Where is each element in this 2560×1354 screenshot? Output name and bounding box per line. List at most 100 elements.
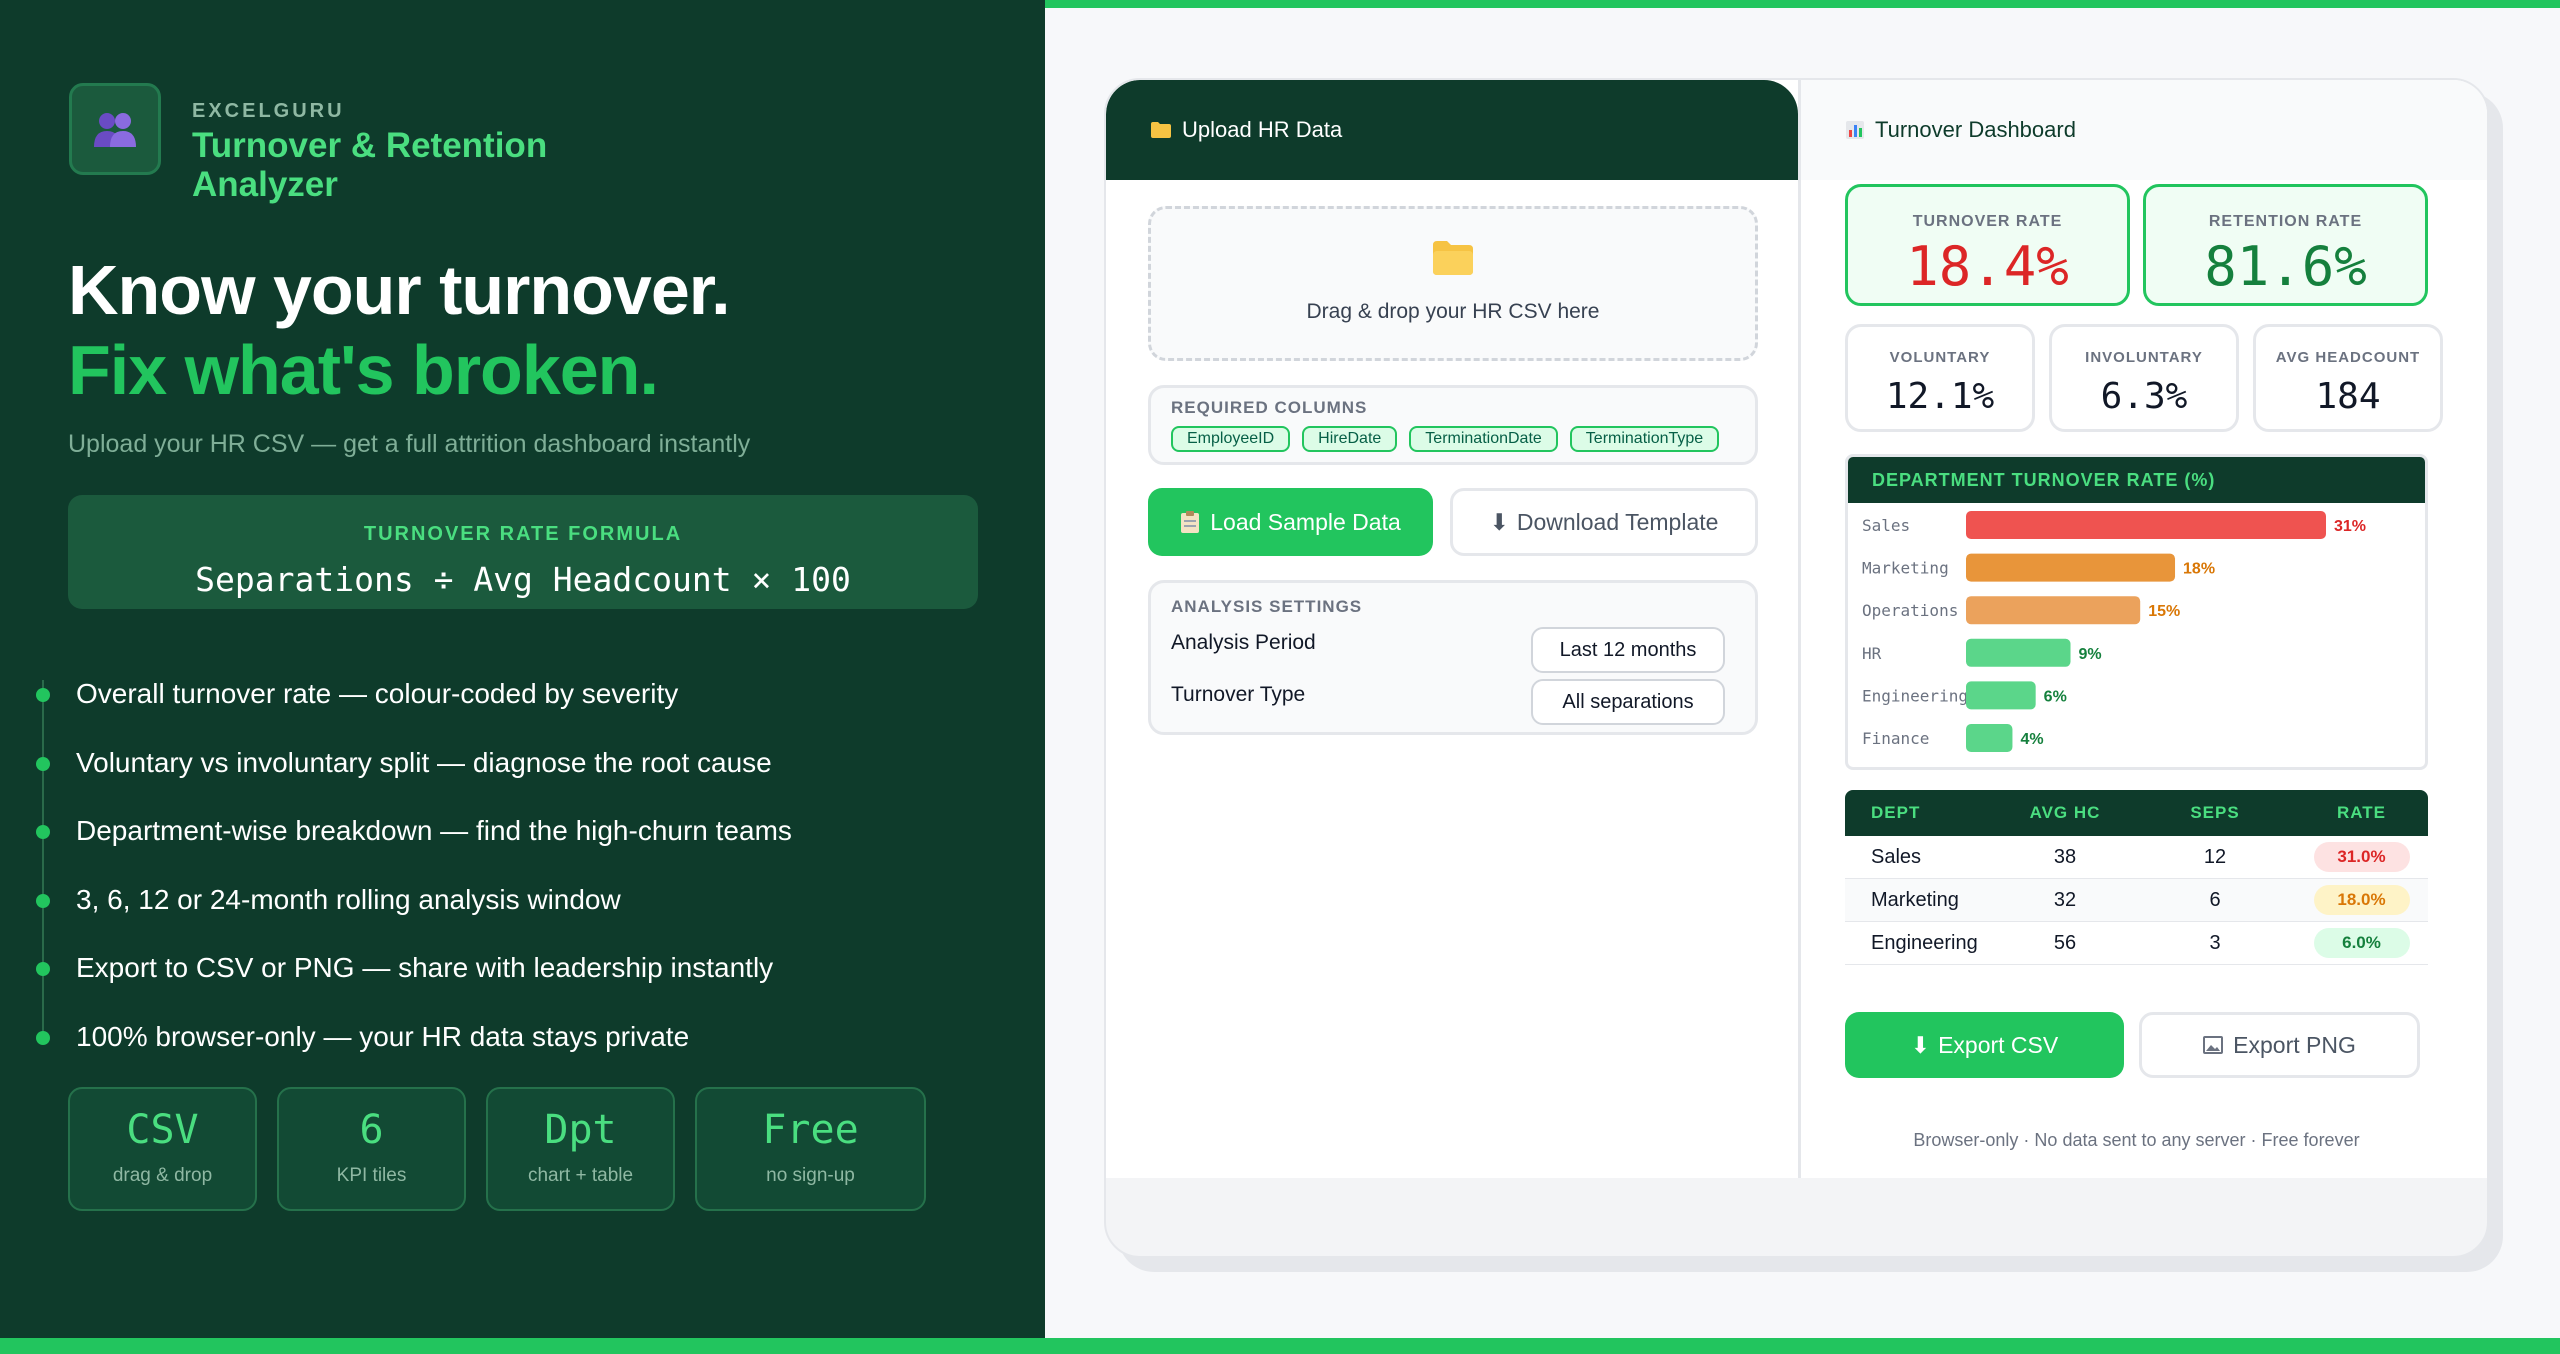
- bar-chart-icon: [1846, 121, 1864, 139]
- required-columns-label: REQUIRED COLUMNS: [1171, 398, 1368, 417]
- csv-dropzone[interactable]: Drag & drop your HR CSV here: [1148, 206, 1758, 361]
- cell-avg-hc: 56: [2053, 931, 2077, 954]
- kpi-value: 12.1%: [1885, 376, 1995, 417]
- cell-seps: 12: [2203, 845, 2227, 868]
- kpi-turnover-rate: TURNOVER RATE 18.4%: [1845, 184, 2130, 306]
- hero-headline-accent: Fix what's broken.: [68, 331, 659, 409]
- settings-label: ANALYSIS SETTINGS: [1171, 597, 1363, 616]
- upload-pane-title: Upload HR Data: [1182, 117, 1343, 142]
- rate-badge: 31.0%: [2313, 842, 2410, 872]
- kpi-label: RETENTION RATE: [2208, 213, 2363, 230]
- cell-dept: Engineering: [1871, 931, 1978, 954]
- dashboard-title: Turnover Dashboard: [1875, 117, 2076, 142]
- bar-mark: [1966, 596, 2141, 625]
- formula-label: TURNOVER RATE FORMULA: [363, 523, 683, 545]
- bar-mark: [1966, 638, 2071, 667]
- image-icon: [2203, 1036, 2224, 1054]
- bar-value-label: 6%: [2044, 688, 2067, 705]
- col-header-avg-hc: AVG HC: [2029, 803, 2101, 822]
- folder-icon: [1433, 241, 1473, 275]
- stat-value: Dpt: [544, 1107, 617, 1153]
- required-columns-box: REQUIRED COLUMNS EmployeeID HireDate Ter…: [1148, 385, 1758, 465]
- upload-pane-header: Upload HR Data: [1106, 80, 1798, 180]
- kpi-label: TURNOVER RATE: [1912, 213, 2063, 230]
- stat-value: 6: [359, 1107, 384, 1153]
- feature-text: Export to CSV or PNG — share with leader…: [76, 952, 774, 983]
- stat-value: Free: [762, 1107, 859, 1153]
- stat-tile: 6 KPI tiles: [277, 1087, 466, 1211]
- export-csv-button[interactable]: ⬇ Export CSV: [1845, 1012, 2124, 1078]
- bullet-icon: [36, 893, 50, 908]
- cell-dept: Marketing: [1871, 888, 1959, 911]
- bar-value-label: 15%: [2148, 603, 2180, 620]
- bar-category-label: Marketing: [1862, 559, 1949, 578]
- turnover-type-label: Turnover Type: [1171, 683, 1306, 706]
- download-template-button[interactable]: ⬇ Download Template: [1450, 488, 1758, 556]
- brand-company: EXCELGURU: [192, 100, 345, 122]
- stat-label: drag & drop: [112, 1165, 213, 1186]
- upload-pane: Upload HR Data Drag & drop your HR CSV h…: [1106, 80, 1801, 1178]
- clipboard-icon: [1181, 511, 1200, 533]
- table-row: Marketing 32 6 18.0%: [1845, 879, 2428, 922]
- bar-chart-svg: Sales 31% Marketing 18% Operations 15% HR 9% Eng…: [1862, 511, 2366, 752]
- dashboard-header: Turnover Dashboard: [1801, 80, 2487, 180]
- formula-box: TURNOVER RATE FORMULA Separations ÷ Avg …: [68, 495, 978, 609]
- kpi-value: 81.6%: [2204, 235, 2367, 298]
- feature-text: 100% browser-only — your HR data stays p…: [76, 1020, 690, 1052]
- cell-avg-hc: 32: [2053, 888, 2077, 911]
- kpi-retention-rate: RETENTION RATE 81.6%: [2143, 184, 2428, 306]
- bar-value-label: 9%: [2079, 646, 2102, 663]
- feature-item: Department-wise breakdown — find the hig…: [36, 797, 792, 866]
- bar-mark: [1966, 681, 2036, 710]
- period-select[interactable]: Last 12 months: [1531, 627, 1725, 673]
- export-png-label: Export PNG: [2233, 1031, 2356, 1058]
- kpi-avg-headcount: AVG HEADCOUNT 184: [2253, 324, 2443, 432]
- download-template-label: Download Template: [1516, 508, 1719, 535]
- table-header-row: DEPT AVG HC SEPS RATE: [1845, 790, 2428, 836]
- rate-badge: 6.0%: [2313, 928, 2410, 958]
- app-title: Turnover & Retention Analyzer: [192, 126, 548, 204]
- dashboard-pane: Turnover Dashboard TURNOVER RATE 18.4% R…: [1801, 80, 2487, 1178]
- top-accent-bar: [1045, 0, 2560, 8]
- bar-mark: [1966, 553, 2176, 582]
- setting-row-period: Analysis Period Last 12 months: [1171, 619, 1735, 673]
- department-table: DEPT AVG HC SEPS RATE Sales 38 12 31.0% …: [1845, 790, 2428, 970]
- rate-badge: 18.0%: [2313, 885, 2410, 915]
- folder-icon: [1151, 122, 1171, 138]
- feature-item: Overall turnover rate — colour-coded by …: [36, 660, 792, 729]
- feature-list: Overall turnover rate — colour-coded by …: [36, 660, 792, 1071]
- bar-category-label: Engineering: [1862, 686, 1968, 705]
- load-sample-button[interactable]: Load Sample Data: [1148, 488, 1433, 556]
- hero-headline: Know your turnover.: [68, 251, 731, 329]
- stat-value: CSV: [126, 1107, 199, 1153]
- col-header-rate: RATE: [2336, 803, 2386, 822]
- feature-item: 3, 6, 12 or 24-month rolling analysis wi…: [36, 866, 792, 935]
- feature-item: Export to CSV or PNG — share with leader…: [36, 934, 792, 1003]
- bar-value-label: 18%: [2183, 561, 2215, 578]
- load-sample-label: Load Sample Data: [1210, 508, 1401, 535]
- column-chip: EmployeeID: [1171, 426, 1291, 452]
- table-row: Sales 38 12 31.0%: [1845, 836, 2428, 879]
- export-png-button[interactable]: Export PNG: [2139, 1012, 2420, 1078]
- feature-text: Voluntary vs involuntary split — diagnos…: [76, 746, 772, 778]
- column-chip: TerminationType: [1569, 426, 1720, 452]
- stat-label: no sign-up: [766, 1165, 855, 1186]
- table-row: Engineering 56 3 6.0%: [1845, 922, 2428, 965]
- bar-mark: [1966, 724, 2013, 752]
- bottom-accent-bar: [0, 1338, 2560, 1354]
- bar-category-label: HR: [1862, 644, 1882, 663]
- period-label: Analysis Period: [1171, 631, 1316, 654]
- column-chip: TerminationDate: [1409, 426, 1558, 452]
- kpi-voluntary: VOLUNTARY 12.1%: [1845, 324, 2035, 432]
- setting-row-type: Turnover Type All separations: [1171, 671, 1735, 725]
- download-icon: ⬇: [1489, 508, 1509, 535]
- bar-category-label: Finance: [1862, 729, 1929, 748]
- turnover-type-select[interactable]: All separations: [1531, 679, 1725, 725]
- cell-avg-hc: 38: [2053, 845, 2077, 868]
- stat-tile: Free no sign-up: [695, 1087, 926, 1211]
- bullet-icon: [36, 825, 50, 839]
- bar-category-label: Operations: [1862, 601, 1958, 620]
- bar-value-label: 31%: [2334, 518, 2366, 535]
- cell-dept: Sales: [1871, 845, 1922, 868]
- feature-text: 3, 6, 12 or 24-month rolling analysis wi…: [76, 883, 621, 915]
